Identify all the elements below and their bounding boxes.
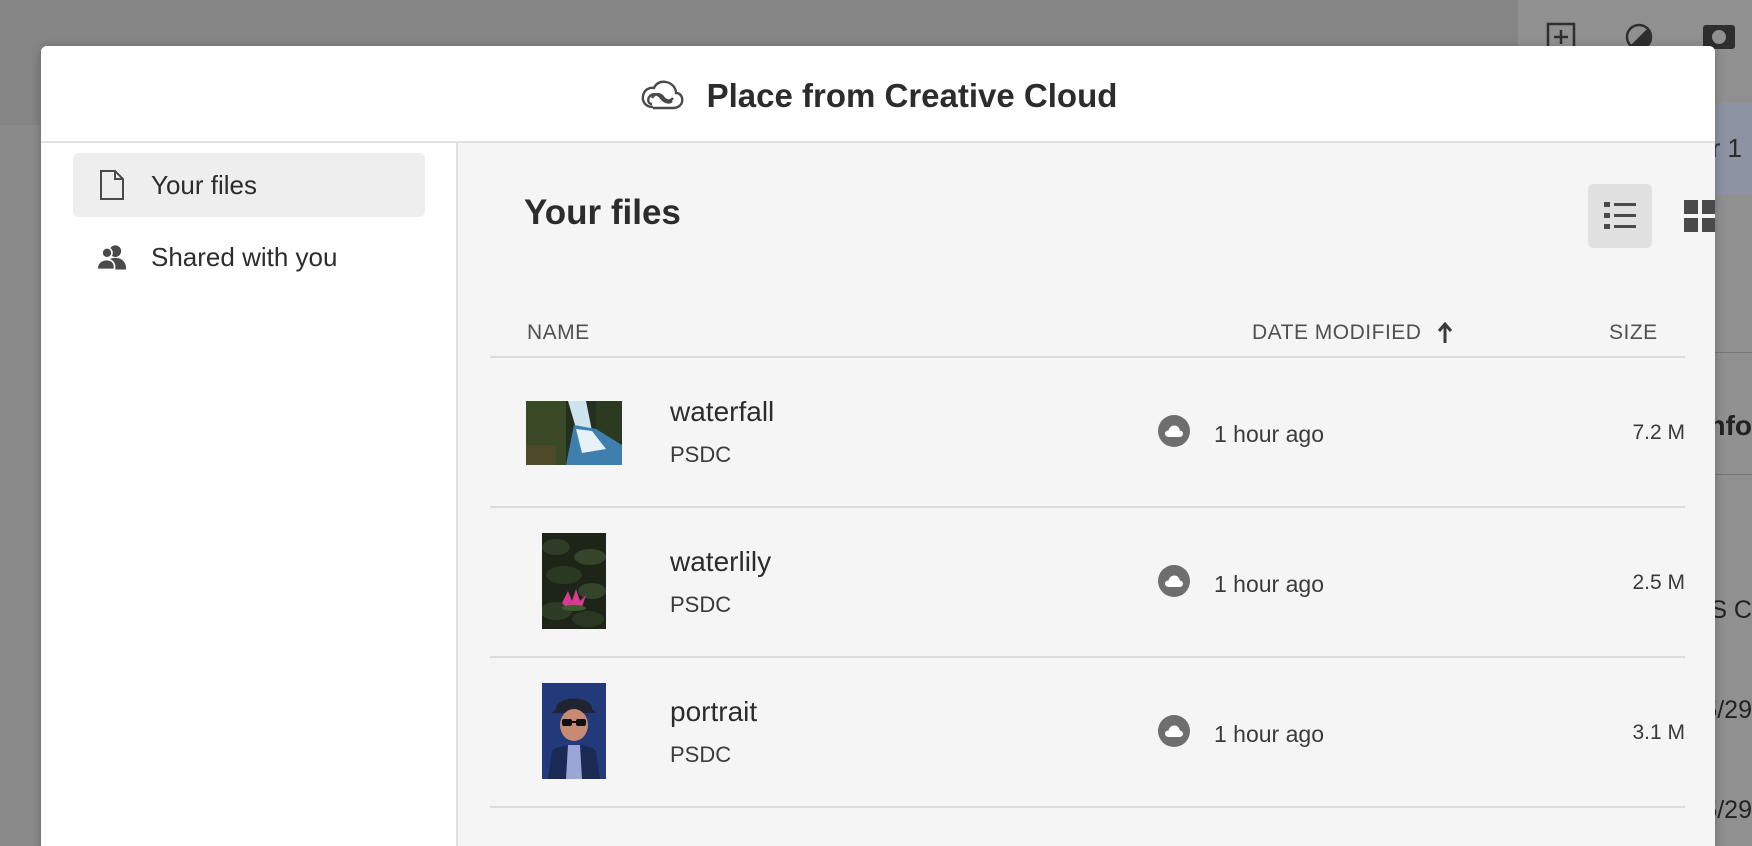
file-date-modified: 1 hour ago: [1214, 571, 1324, 597]
grid-view-icon: [1684, 200, 1715, 232]
dialog-title: Place from Creative Cloud: [706, 77, 1118, 114]
sidebar-item-label: Shared with you: [151, 241, 338, 272]
file-type: PSDC: [670, 742, 732, 767]
background-row-text: r 1: [1711, 133, 1742, 163]
column-header-date-modified[interactable]: DATE MODIFIED: [1252, 321, 1453, 345]
file-date-modified: 1 hour ago: [1214, 721, 1324, 747]
column-header-name[interactable]: NAME: [527, 321, 590, 345]
page-title: Your files: [524, 193, 681, 232]
arrow-up-icon: [1438, 322, 1453, 343]
creative-cloud-logo-icon: [641, 80, 684, 110]
sidebar-item-shared-with-you[interactable]: Shared with you: [73, 225, 425, 289]
file-type: PSDC: [670, 592, 732, 617]
file-size: 2.5 M: [1632, 571, 1685, 594]
place-from-creative-cloud-dialog: Place from Creative Cloud Your files Sha…: [41, 46, 1715, 846]
column-header-label: DATE MODIFIED: [1252, 321, 1422, 344]
column-header-size[interactable]: SIZE: [1609, 321, 1658, 345]
people-icon: [97, 240, 127, 274]
file-type: PSDC: [670, 442, 732, 467]
file-date-modified: 1 hour ago: [1214, 421, 1324, 447]
file-name: waterlily: [670, 546, 772, 577]
file-name: waterfall: [670, 396, 775, 427]
document-icon: [97, 168, 127, 202]
list-view-button[interactable]: [1588, 184, 1652, 248]
file-thumbnail-waterfall: [526, 401, 622, 465]
file-thumbnail-portrait: [542, 683, 606, 779]
grid-view-button[interactable]: [1668, 184, 1715, 248]
cloud-icon: [1158, 565, 1190, 597]
cloud-icon: [1158, 715, 1190, 747]
table-row[interactable]: portrait PSDC 1 hour ago 3.1 M: [490, 658, 1685, 808]
sidebar: Your files Shared with you: [41, 143, 458, 846]
sidebar-item-your-files[interactable]: Your files: [73, 153, 425, 217]
table-row[interactable]: waterlily PSDC 1 hour ago 2.5 M: [490, 508, 1685, 658]
file-size: 7.2 M: [1632, 421, 1685, 444]
table-row[interactable]: waterfall PSDC 1 hour ago 7.2 M: [490, 358, 1685, 508]
dialog-header: Place from Creative Cloud: [41, 46, 1715, 143]
file-thumbnail-waterlily: [542, 533, 606, 629]
file-browser: Your files NAME DATE MODIFIED SIZE water…: [460, 143, 1715, 846]
cloud-icon: [1158, 415, 1190, 447]
list-view-icon: [1604, 202, 1636, 229]
sidebar-item-label: Your files: [151, 169, 257, 200]
file-size: 3.1 M: [1632, 721, 1685, 744]
file-name: portrait: [670, 696, 758, 727]
